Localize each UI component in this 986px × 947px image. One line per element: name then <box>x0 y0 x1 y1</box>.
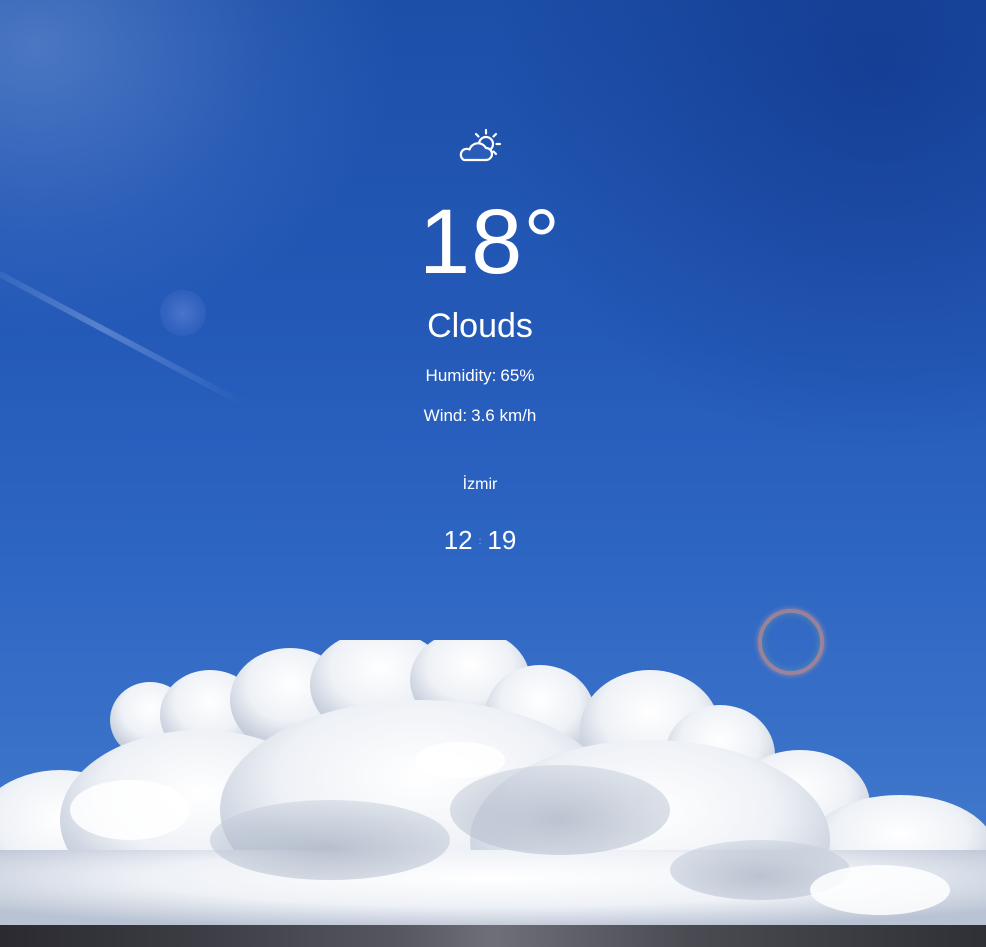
weather-condition: Clouds <box>427 307 533 345</box>
partly-cloudy-icon <box>459 128 502 162</box>
clock-minutes: 19 <box>487 525 517 555</box>
city-name: İzmir <box>462 476 498 493</box>
cloud-bank-background <box>0 640 986 930</box>
wind-row: Wind: 3.6 km/h <box>0 404 960 428</box>
humidity-value: 65% <box>500 366 535 385</box>
clock-separator: : <box>478 536 482 548</box>
clock: 12:19 <box>0 524 960 558</box>
temperature-reading: 18° <box>418 191 562 293</box>
wind-value: 3.6 km/h <box>471 406 537 425</box>
bottom-image-strip <box>0 925 986 947</box>
clock-hours: 12 <box>443 525 473 555</box>
wind-label: Wind: <box>423 406 468 425</box>
humidity-row: Humidity: 65% <box>0 364 960 388</box>
weather-screen: 18° Clouds Humidity: 65% Wind: 3.6 km/h İz… <box>0 0 986 947</box>
humidity-label: Humidity: <box>425 366 497 385</box>
